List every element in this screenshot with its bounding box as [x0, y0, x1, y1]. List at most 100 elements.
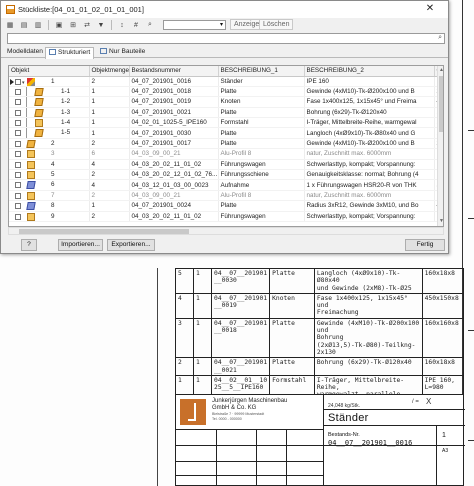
grid-icon[interactable]: ▤ [18, 20, 30, 31]
cell-b2[interactable]: I-Träger, Mittelbreite-Reihe, warmgewal [304, 117, 435, 129]
row-checkbox[interactable] [15, 109, 21, 116]
cell-nr[interactable]: 04_03_09_00_21 [129, 190, 219, 202]
replace-icon[interactable]: ⇄ [81, 20, 93, 31]
renumber-icon[interactable]: # [130, 20, 142, 31]
delete-button[interactable]: Löschen [259, 19, 294, 30]
import-button[interactable]: Importieren... [58, 239, 103, 251]
table-row[interactable]: ▾ 1 2 04_07_201901_0016 Ständer IPE 160 [9, 76, 443, 87]
row-checkbox[interactable] [15, 99, 21, 106]
export-button[interactable]: Exportieren... [107, 239, 155, 251]
column-header[interactable]: Objekt [9, 66, 90, 77]
cell-b2[interactable]: natur, Zuschnitt max. 6000mm [304, 148, 435, 160]
close-button[interactable]: ✕ [412, 1, 448, 17]
table-row[interactable]: 8 1 04_07_201901_0024 Platte Radius 3xR12, G… [9, 200, 443, 212]
cell-nr[interactable]: 04_03_20_02_11_01_02 [129, 211, 219, 222]
cell-qty[interactable]: 2 [89, 211, 130, 222]
cell-nr[interactable]: 04_07_201901_0017 [129, 138, 219, 150]
cell-qty[interactable]: 1 [89, 200, 130, 212]
cell-b2[interactable]: Radius 3xR12, Gewinde 3xM10, und Bo [304, 200, 435, 212]
row-checkbox[interactable] [15, 213, 21, 220]
cell-qty[interactable]: 2 [89, 76, 130, 87]
row-checkbox[interactable] [15, 130, 21, 137]
cell-nr[interactable]: 04_03_20_02_12_01_02_76... [129, 169, 219, 181]
table-row[interactable]: 3 6 04_03_09_00_21 Alu-Profil 8 natur, Zusch… [9, 148, 443, 160]
cell-b1[interactable]: Formstahl [218, 117, 305, 129]
tab-nur-bauteile[interactable]: Nur Bauteile [97, 47, 148, 58]
select-icon[interactable]: ▦ [4, 20, 16, 31]
row-checkbox[interactable] [15, 88, 21, 95]
bom-grid[interactable]: Objekt Objektmenge Bestandsnummer BESCHREIB… [8, 65, 444, 227]
row-checkbox[interactable] [15, 161, 21, 168]
cell-b1[interactable]: Platte [218, 86, 305, 98]
cell-b2[interactable]: Bohrung (6x29)-Tk-Ø120x40 [304, 107, 435, 119]
cell-qty[interactable]: 6 [89, 148, 130, 160]
object-cell[interactable]: 1-2 [9, 96, 90, 108]
cell-qty[interactable]: 2 [89, 138, 130, 150]
object-cell[interactable]: 5 [9, 169, 90, 181]
row-checkbox[interactable] [15, 182, 21, 189]
object-cell[interactable]: 1-3 [9, 107, 90, 119]
horizontal-scrollbar[interactable] [8, 227, 444, 235]
table-row[interactable]: 7 2 04_03_09_00_21 Alu-Profil 8 natur, Zusch… [9, 190, 443, 202]
table-row[interactable]: 5 2 04_03_20_02_12_01_02_76... Führungsschi… [9, 169, 443, 181]
cell-b1[interactable]: Alu-Profil 8 [218, 190, 305, 202]
cell-b2[interactable]: Schwerlasttyp, kompakt; Vorspannung: [304, 159, 435, 171]
done-button[interactable]: Fertig [405, 239, 445, 251]
cell-b2[interactable]: Langloch (4xØ9x10)-Tk-Ø80x40 und G [304, 127, 435, 139]
cell-qty[interactable]: 4 [89, 179, 130, 191]
table-row[interactable]: 2 2 04_07_201901_0017 Platte Gewinde (4xM10)… [9, 138, 443, 150]
cell-nr[interactable]: 04_02_01_1025-5_IPE160 [129, 117, 219, 129]
sort-icon[interactable]: ↕ [116, 20, 128, 31]
object-cell[interactable]: 8 [9, 200, 90, 212]
cell-b1[interactable]: Platte [218, 138, 305, 150]
cell-qty[interactable]: 1 [89, 127, 130, 139]
object-cell[interactable]: 1-4 [9, 117, 90, 129]
column-header[interactable]: BESCHREIBUNG_1 [218, 66, 305, 77]
cell-nr[interactable]: 04_07_201901_0019 [129, 96, 219, 108]
cell-b1[interactable]: Alu-Profil 8 [218, 148, 305, 160]
cell-qty[interactable]: 2 [89, 169, 130, 181]
object-cell[interactable]: ▾ 1 [9, 76, 90, 87]
cell-qty[interactable]: 1 [89, 117, 130, 129]
object-cell[interactable]: 1-5 [9, 127, 90, 139]
row-checkbox[interactable] [15, 151, 21, 158]
object-cell[interactable]: 9 [9, 211, 90, 222]
scroll-thumb[interactable] [19, 229, 189, 234]
cell-b2[interactable]: Gewinde (4xM10)-Tk-Ø200x100 und B [304, 86, 435, 98]
cell-b1[interactable]: Platte [218, 127, 305, 139]
expand-icon[interactable]: ▾ [22, 80, 25, 86]
cell-b2[interactable]: Gewinde (4xM10)-Tk-Ø200x100 und B [304, 138, 435, 150]
object-cell[interactable]: 2 [9, 138, 90, 150]
row-checkbox[interactable] [15, 140, 21, 147]
row-checkbox[interactable] [15, 192, 21, 199]
cell-b2[interactable]: natur, Zuschnitt max. 6000mm [304, 190, 435, 202]
cell-nr[interactable]: 04_07_201901_0018 [129, 86, 219, 98]
search-input[interactable]: ⌕ [7, 33, 445, 44]
cell-b1[interactable]: Führungswagen [218, 211, 305, 222]
cell-b2[interactable]: Schwerlasttyp, kompakt; Vorspannung: [304, 211, 435, 222]
table-row[interactable]: 9 2 04_03_20_02_11_01_02 Führungswagen Schwe… [9, 211, 443, 222]
table-row[interactable]: 1-5 1 04_07_201901_0030 Platte Langloch (4xØ… [9, 127, 443, 139]
cell-b2[interactable]: Genauigkeitsklasse: normal; Bohrung (4 [304, 169, 435, 181]
help-button[interactable]: ? [21, 239, 37, 251]
cell-b2[interactable]: Fase 1x400x125, 1x15x45° und Freima [304, 96, 435, 108]
table-row[interactable]: 1-2 1 04_07_201901_0019 Knoten Fase 1x400x12… [9, 96, 443, 108]
tab-strukturiert[interactable]: Strukturiert [45, 47, 95, 59]
cell-nr[interactable]: 04_07_201901_0024 [129, 200, 219, 212]
object-cell[interactable]: 7 [9, 190, 90, 202]
column-header[interactable]: Objektmenge [89, 66, 130, 77]
cell-nr[interactable]: 04_03_12_01_03_00_0023 [129, 179, 219, 191]
cell-b1[interactable]: Führungsschiene [218, 169, 305, 181]
object-cell[interactable]: 6 [9, 179, 90, 191]
cell-b1[interactable]: Aufnahme [218, 179, 305, 191]
cell-nr[interactable]: 04_07_201901_0016 [129, 76, 219, 87]
filter-icon[interactable]: ▼ [95, 20, 107, 31]
cell-b1[interactable]: Platte [218, 107, 305, 119]
row-checkbox[interactable] [15, 120, 21, 127]
cell-qty[interactable]: 4 [89, 159, 130, 171]
columns-icon[interactable]: ▥ [32, 20, 44, 31]
merge-icon[interactable]: ⊞ [67, 20, 79, 31]
cell-nr[interactable]: 04_07_201901_0030 [129, 127, 219, 139]
cell-qty[interactable]: 1 [89, 86, 130, 98]
column-header[interactable]: BESCHREIBUNG_2 [304, 66, 435, 77]
